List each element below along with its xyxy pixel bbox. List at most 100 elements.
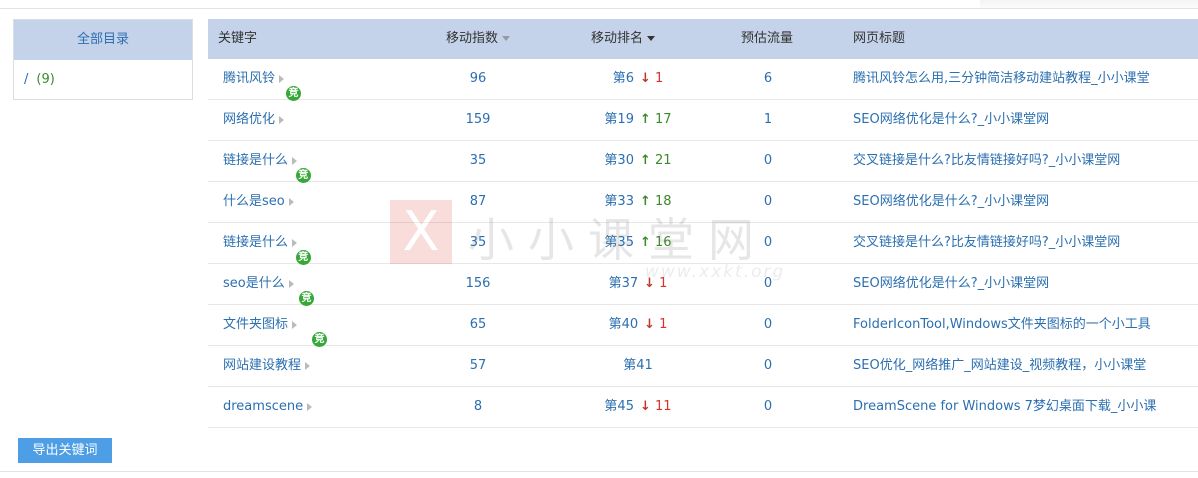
keyword-cell: 文件夹图标竞 [223,291,315,345]
sort-caret-icon[interactable] [502,36,511,41]
rank-change: ↑ 16 [640,235,672,250]
jing-badge-icon: 竞 [299,291,315,306]
expand-arrow-icon[interactable] [292,238,298,247]
rank-up-arrow-icon: ↑ [639,235,651,250]
expand-arrow-icon[interactable] [279,74,285,83]
keyword-link[interactable]: 网站建设教程 [223,358,301,373]
sort-caret-active-icon[interactable] [647,36,656,41]
header-mobile-index-label: 移动指数 [446,31,499,46]
rank-change-value: 1 [659,276,668,291]
header-mobile-rank[interactable]: 移动排名 [591,19,656,59]
table-row: 网络优化竞 159 第19 ↑ 17 1 SEO网络优化是什么?_小小课堂网 [208,86,1198,141]
rank-value: 第35 [604,235,634,250]
keyword-link[interactable]: dreamscene [223,399,303,414]
keyword-wrap: 什么是seo 竞 [223,168,311,222]
top-divider [0,8,1198,9]
expand-arrow-icon[interactable] [292,156,298,165]
rank-value: 第41 [623,358,653,373]
table-row: 什么是seo 竞 87 第33 ↑ 18 0 SEO网络优化是什么?_小小课堂网 [208,168,1198,223]
keyword-cell: 网站建设教程竞 [223,332,328,386]
page-title-link[interactable]: SEO优化_网络推广_网站建设_视频教程，小小课堂 [853,346,1146,386]
traffic-cell: 0 [763,194,773,209]
expand-arrow-icon[interactable] [288,197,294,206]
page-title-link[interactable]: SEO网络优化是什么?_小小课堂网 [853,182,1049,222]
rank-change-value: 17 [655,112,672,127]
mobile-index-cell: 65 [469,317,487,332]
table-body: 腾讯风铃 96 第6 ↓ 1 6 腾讯风铃怎么用,三分钟简洁移动建站教程_小小课堂 网络优化… [208,59,1198,428]
rank-change: ↑ 17 [640,112,672,127]
sidebar-title[interactable]: 全部目录 [14,20,192,60]
rank-value: 第45 [604,399,634,414]
sidebar-item-count: (9) [36,72,55,87]
rank-change: ↓ 1 [640,71,663,86]
rank-change: ↑ 21 [640,153,672,168]
keyword-cell: 链接是什么 [223,141,298,181]
keyword-cell: 链接是什么 [223,223,298,263]
rank-change: ↓ 1 [644,317,667,332]
keyword-wrap: 链接是什么 [223,223,298,263]
keyword-link[interactable]: 什么是seo [223,194,285,209]
mobile-index-cell: 159 [465,112,491,127]
keyword-link[interactable]: 文件夹图标 [223,317,288,332]
traffic-cell: 0 [763,399,773,414]
jing-badge-icon: 竞 [312,332,328,347]
top-scroll-shadow [980,0,1198,8]
rank-up-arrow-icon: ↑ [639,112,651,127]
rank-value: 第40 [608,317,639,332]
mobile-rank-cell: 第40 ↓ 1 [558,305,718,345]
mobile-rank-cell: 第41 [558,346,718,386]
expand-arrow-icon[interactable] [279,115,285,124]
expand-arrow-icon[interactable] [292,320,298,329]
expand-arrow-icon[interactable] [305,361,311,370]
expand-arrow-icon[interactable] [288,279,294,288]
mobile-index-cell: 156 [465,276,491,291]
traffic-cell: 0 [763,153,773,168]
traffic-cell: 1 [763,112,773,127]
page-title-link[interactable]: DreamScene for Windows 7梦幻桌面下载_小小课 [853,387,1156,427]
page-title-link[interactable]: 交叉链接是什么?比友情链接好吗?_小小课堂网 [853,223,1120,263]
keyword-cell: 网络优化竞 [223,86,302,140]
rank-change-value: 1 [655,71,664,86]
keyword-link[interactable]: 网络优化 [223,112,275,127]
export-keywords-button[interactable]: 导出关键词 [18,438,112,463]
sidebar-item-root[interactable]: / (9) [24,72,55,87]
page-title-link[interactable]: FolderIconTool,Windows文件夹图标的一个小工具 [853,305,1151,345]
keyword-cell: 腾讯风铃 [223,59,285,99]
rank-up-arrow-icon: ↑ [639,194,651,209]
keyword-link[interactable]: 链接是什么 [223,153,288,168]
table-row: 腾讯风铃 96 第6 ↓ 1 6 腾讯风铃怎么用,三分钟简洁移动建站教程_小小课堂 [208,59,1198,100]
keyword-wrap: 腾讯风铃 [223,59,285,99]
expand-arrow-icon[interactable] [307,402,313,411]
jing-badge-icon: 竞 [286,86,302,101]
table-header: 关键字 移动指数 移动排名 预估流量 网页标题 [208,19,1198,59]
keyword-link[interactable]: seo是什么 [223,276,285,291]
rank-change: ↓ 11 [640,399,672,414]
keyword-link[interactable]: 腾讯风铃 [223,71,275,86]
rank-down-arrow-icon: ↓ [639,399,651,414]
table-row: 网站建设教程竞 57 第41 0 SEO优化_网络推广_网站建设_视频教程，小小课堂 [208,332,1198,387]
table-row: 链接是什么 35 第30 ↑ 21 0 交叉链接是什么?比友情链接好吗?_小小课堂网 [208,141,1198,182]
rank-change-value: 21 [655,153,672,168]
page-title-link[interactable]: 腾讯风铃怎么用,三分钟简洁移动建站教程_小小课堂 [853,59,1150,99]
table-row: 文件夹图标竞 65 第40 ↓ 1 0 FolderIconTool,Windows文件夹… [208,291,1198,346]
page-title-link[interactable]: 交叉链接是什么?比友情链接好吗?_小小课堂网 [853,141,1120,181]
keyword-wrap: 网站建设教程竞 [223,332,328,386]
mobile-rank-cell: 第35 ↑ 16 [558,223,718,263]
keyword-wrap: 网络优化竞 [223,86,302,140]
header-mobile-index[interactable]: 移动指数 [446,19,511,59]
rank-value: 第6 [612,71,634,86]
page-title-link[interactable]: SEO网络优化是什么?_小小课堂网 [853,264,1049,304]
mobile-rank-cell: 第6 ↓ 1 [558,59,718,99]
header-estimated-traffic: 预估流量 [741,31,794,46]
mobile-index-cell: 87 [469,194,487,209]
rank-change: ↑ 18 [640,194,672,209]
page-title-link[interactable]: SEO网络优化是什么?_小小课堂网 [853,100,1049,140]
rank-change-value: 16 [655,235,672,250]
mobile-rank-cell: 第19 ↑ 17 [558,100,718,140]
keyword-link[interactable]: 链接是什么 [223,235,288,250]
rank-value: 第37 [608,276,639,291]
traffic-cell: 0 [763,276,773,291]
mobile-index-cell: 96 [469,71,487,86]
mobile-rank-cell: 第30 ↑ 21 [558,141,718,181]
mobile-rank-cell: 第37 ↓ 1 [558,264,718,304]
